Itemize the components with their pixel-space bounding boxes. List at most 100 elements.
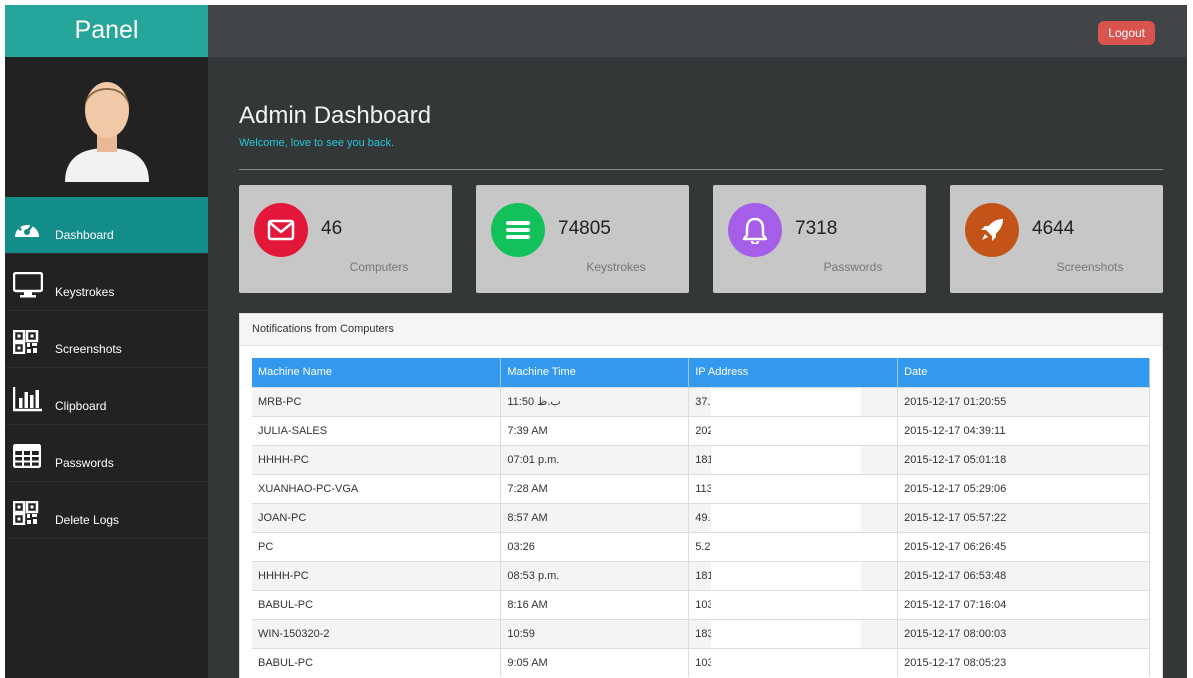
table-header-row: Machine Name Machine Time IP Address Dat… <box>252 358 1150 387</box>
redaction-block <box>711 648 862 677</box>
ip-address-cell: 113 <box>688 473 899 503</box>
machine-time-cell: 8:57 AM <box>500 502 690 532</box>
machine-name-cell: HHHH-PC <box>252 444 502 474</box>
notifications-panel: Notifications from Computers Machine Nam… <box>239 313 1163 678</box>
ip-address-text: 113 <box>695 482 713 495</box>
date-cell: 2015-12-17 08:00:03 <box>897 618 1150 648</box>
redaction-block <box>711 416 862 445</box>
machine-time-cell: 8:16 AM <box>500 589 690 619</box>
top-bar: Logout <box>208 5 1187 57</box>
redaction-block <box>711 532 862 561</box>
table-row[interactable]: XUANHAO-PC-VGA 7:28 AM 113 2015-12-17 05:29… <box>252 473 1150 503</box>
redaction-block <box>711 387 862 416</box>
sidebar-item-clipboard[interactable]: Clipboard <box>5 368 208 425</box>
sidebar-item-label: Screenshots <box>55 342 122 356</box>
table-row[interactable]: WIN-150320-2 10:59 183 2015-12-17 08:00:03 <box>252 618 1150 648</box>
machine-time-cell: 07:01 p.m. <box>500 444 690 474</box>
table-row[interactable]: HHHH-PC 07:01 p.m. 181 2015-12-17 05:01:18 <box>252 444 1150 474</box>
table-row[interactable]: JULIA-SALES 7:39 AM 202 2015-12-17 04:39:11 <box>252 415 1150 445</box>
table-row[interactable]: BABUL-PC 8:16 AM 103 2015-12-17 07:16:04 <box>252 589 1150 619</box>
sidebar-item-label: Dashboard <box>55 228 114 242</box>
table-row[interactable]: PC 03:26 5.28 2015-12-17 06:26:45 <box>252 531 1150 561</box>
date-cell: 2015-12-17 07:16:04 <box>897 589 1150 619</box>
stat-value: 74805 <box>558 218 611 239</box>
qr-code-icon <box>13 328 49 356</box>
divider <box>239 169 1163 170</box>
table-row[interactable]: BABUL-PC 9:05 AM 103 2015-12-17 08:05:23 <box>252 647 1150 677</box>
stat-label: Keystrokes <box>586 260 646 274</box>
machine-name-cell: WIN-150320-2 <box>252 618 502 648</box>
table-row[interactable]: MRB-PC 11:50 ب.ظ 37.2 2015-12-17 01:20:55 <box>252 386 1150 416</box>
stat-value: 4644 <box>1032 218 1075 239</box>
sidebar: Panel Dashboard Keystrokes Screenshots C… <box>5 5 208 678</box>
envelope-icon <box>254 203 308 257</box>
monitor-icon <box>13 271 49 299</box>
ip-address-cell: 49.1 <box>688 502 899 532</box>
date-cell: 2015-12-17 01:20:55 <box>897 386 1150 416</box>
redaction-block <box>711 445 862 474</box>
redaction-block <box>711 590 862 619</box>
list-icon <box>491 203 545 257</box>
stat-card-computers[interactable]: 46 Computers <box>239 185 452 293</box>
brand-title[interactable]: Panel <box>5 5 208 57</box>
date-cell: 2015-12-17 05:57:22 <box>897 502 1150 532</box>
panel-title: Notifications from Computers <box>240 314 1162 346</box>
table-row[interactable]: HHHH-PC 08:53 p.m. 181 2015-12-17 06:53:48 <box>252 560 1150 590</box>
column-header[interactable]: Machine Time <box>500 358 690 387</box>
sidebar-item-keystrokes[interactable]: Keystrokes <box>5 254 208 311</box>
stat-card-screenshots[interactable]: 4644 Screenshots <box>950 185 1163 293</box>
ip-address-cell: 103 <box>688 589 899 619</box>
ip-address-cell: 183 <box>688 618 899 648</box>
sidebar-item-label: Clipboard <box>55 399 107 413</box>
date-cell: 2015-12-17 05:01:18 <box>897 444 1150 474</box>
sidebar-item-delete-logs[interactable]: Delete Logs <box>5 482 208 539</box>
column-header[interactable]: IP Address <box>688 358 899 387</box>
logout-button[interactable]: Logout <box>1098 21 1155 45</box>
page-subtitle: Welcome, love to see you back. <box>239 137 395 149</box>
stat-label: Screenshots <box>1056 260 1124 274</box>
ip-address-cell: 103 <box>688 647 899 677</box>
dashboard-gauge-icon <box>13 214 49 242</box>
date-cell: 2015-12-17 04:39:11 <box>897 415 1150 445</box>
redaction-block <box>711 503 862 532</box>
machine-time-cell: 10:59 <box>500 618 690 648</box>
machine-time-cell: 11:50 ب.ظ <box>500 386 690 416</box>
machine-name-cell: HHHH-PC <box>252 560 502 590</box>
stat-card-keystrokes[interactable]: 74805 Keystrokes <box>476 185 689 293</box>
machine-name-cell: MRB-PC <box>252 386 502 416</box>
stat-value: 7318 <box>795 218 838 239</box>
stat-value: 46 <box>321 218 343 239</box>
column-header[interactable]: Date <box>897 358 1150 387</box>
machine-time-cell: 7:39 AM <box>500 415 690 445</box>
stat-label: Passwords <box>823 260 883 274</box>
machine-name-cell: JOAN-PC <box>252 502 502 532</box>
redaction-block <box>711 619 862 648</box>
bar-chart-icon <box>13 385 49 413</box>
user-avatar-icon <box>64 82 149 182</box>
redaction-block <box>711 561 862 590</box>
ip-address-cell: 5.28 <box>688 531 899 561</box>
machine-time-cell: 03:26 <box>500 531 690 561</box>
table-row[interactable]: JOAN-PC 8:57 AM 49.1 2015-12-17 05:57:22 <box>252 502 1150 532</box>
ip-address-cell: 181 <box>688 560 899 590</box>
ip-address-cell: 37.2 <box>688 386 899 416</box>
main-content: Admin Dashboard Welcome, love to see you… <box>208 57 1187 678</box>
column-header[interactable]: Machine Name <box>252 358 502 387</box>
sidebar-item-label: Delete Logs <box>55 513 120 527</box>
date-cell: 2015-12-17 08:05:23 <box>897 647 1150 677</box>
sidebar-item-passwords[interactable]: Passwords <box>5 425 208 482</box>
stat-label: Computers <box>349 260 409 274</box>
machine-name-cell: BABUL-PC <box>252 647 502 677</box>
table-grid-icon <box>13 442 49 470</box>
sidebar-item-dashboard[interactable]: Dashboard <box>5 197 208 254</box>
machine-name-cell: XUANHAO-PC-VGA <box>252 473 502 503</box>
machine-name-cell: BABUL-PC <box>252 589 502 619</box>
bell-icon <box>728 203 782 257</box>
app-frame: Panel Dashboard Keystrokes Screenshots C… <box>5 5 1187 678</box>
sidebar-item-label: Passwords <box>55 456 114 470</box>
machine-time-cell: 7:28 AM <box>500 473 690 503</box>
machine-time-cell: 08:53 p.m. <box>500 560 690 590</box>
sidebar-item-screenshots[interactable]: Screenshots <box>5 311 208 368</box>
avatar <box>5 57 208 197</box>
stat-card-passwords[interactable]: 7318 Passwords <box>713 185 926 293</box>
